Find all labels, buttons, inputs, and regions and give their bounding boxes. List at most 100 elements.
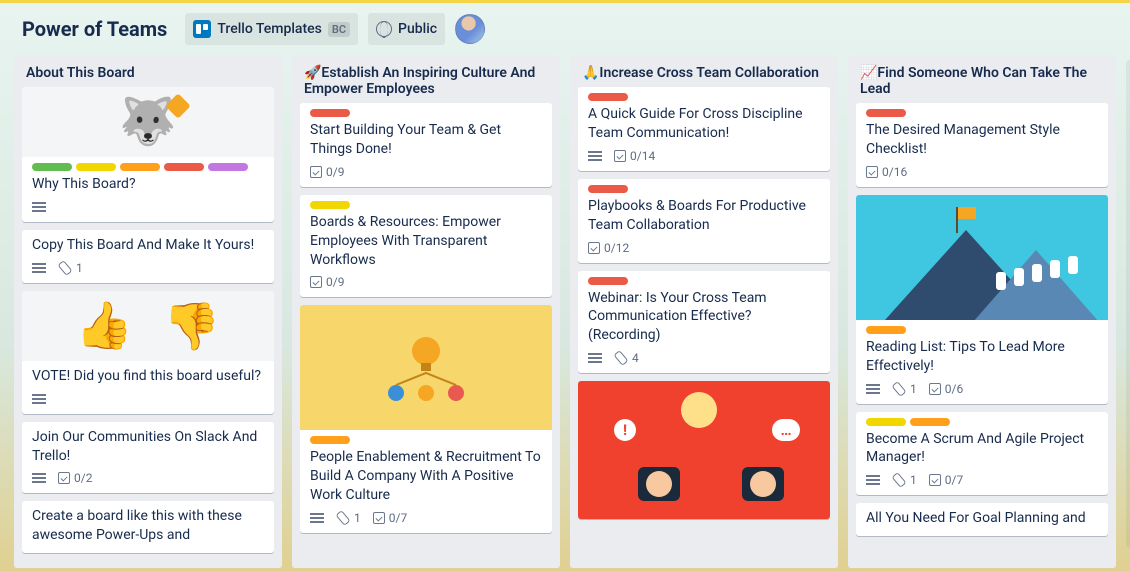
list-cards[interactable]: Start Building Your Team & Get Things Do… xyxy=(292,103,560,568)
template-badge: BC xyxy=(328,22,350,37)
card-labels xyxy=(588,185,820,193)
thumbs-down-icon: 👍 xyxy=(163,299,220,353)
label-red[interactable] xyxy=(164,163,204,171)
list-cards[interactable]: A Quick Guide For Cross Discipline Team … xyxy=(570,87,838,568)
checklist-icon xyxy=(310,166,322,178)
card[interactable]: Start Building Your Team & Get Things Do… xyxy=(300,103,552,187)
description-icon xyxy=(588,149,602,163)
label-red[interactable] xyxy=(588,93,628,101)
card[interactable]: The Desired Management Style Checklist!0… xyxy=(856,103,1108,187)
template-chip[interactable]: Trello Templates BC xyxy=(185,13,358,45)
card[interactable]: Become A Scrum And Agile Project Manager… xyxy=(856,412,1108,496)
lightbulb-team-icon xyxy=(371,323,481,413)
card[interactable]: Join Our Communities On Slack And Trello… xyxy=(22,422,274,494)
card[interactable]: !… xyxy=(578,381,830,519)
visibility-chip[interactable]: Public xyxy=(368,13,445,45)
label-red[interactable] xyxy=(310,109,350,117)
label-yellow[interactable] xyxy=(76,163,116,171)
attachment-badge: 1 xyxy=(892,473,917,487)
card-badges: 0/14 xyxy=(588,147,820,167)
card[interactable]: 🐺 Why This Board? xyxy=(22,87,274,222)
card[interactable]: Reading List: Tips To Lead More Effectiv… xyxy=(856,195,1108,404)
checklist-icon xyxy=(373,512,385,524)
board-header: Power of Teams Trello Templates BC Publi… xyxy=(0,3,1130,55)
card[interactable]: A Quick Guide For Cross Discipline Team … xyxy=(578,87,830,171)
label-red[interactable] xyxy=(588,277,628,285)
card[interactable]: Boards & Resources: Empower Employees Wi… xyxy=(300,195,552,298)
board-title[interactable]: Power of Teams xyxy=(14,13,175,45)
card[interactable]: 👍👍VOTE! Did you find this board useful? xyxy=(22,291,274,414)
label-orange[interactable] xyxy=(910,418,950,426)
face-icon xyxy=(638,467,680,501)
template-chip-label: Trello Templates xyxy=(217,21,322,37)
description-badge xyxy=(310,511,324,525)
description-icon xyxy=(866,473,880,487)
checklist-icon xyxy=(310,276,322,288)
card-badges: 1 xyxy=(32,259,264,279)
card-labels xyxy=(866,418,1098,426)
label-yellow[interactable] xyxy=(866,418,906,426)
face-icon xyxy=(678,393,720,427)
attachment-badge: 1 xyxy=(892,382,917,396)
description-icon xyxy=(32,261,46,275)
speech-bubble-icon: ! xyxy=(614,419,636,441)
checklist-icon xyxy=(614,150,626,162)
card-title: Why This Board? xyxy=(32,175,264,194)
list-title[interactable]: 🚀Establish An Inspiring Culture And Empo… xyxy=(292,55,560,103)
card[interactable]: Playbooks & Boards For Productive Team C… xyxy=(578,179,830,263)
checklist-badge: 0/9 xyxy=(310,275,344,289)
board-canvas[interactable]: About This Board 🐺 Why This Board? Copy Thi… xyxy=(0,55,1130,568)
member-avatar[interactable] xyxy=(455,14,485,44)
bulb-cover xyxy=(300,305,552,430)
label-orange[interactable] xyxy=(866,326,906,334)
card[interactable]: People Enablement & Recruitment To Build… xyxy=(300,305,552,533)
card-title: Boards & Resources: Empower Employees Wi… xyxy=(310,213,542,270)
label-purple[interactable] xyxy=(208,163,248,171)
description-badge xyxy=(588,351,602,365)
card[interactable]: All You Need For Goal Planning and xyxy=(856,503,1108,536)
list-title[interactable]: 📈Find Someone Who Can Take The Lead xyxy=(848,55,1116,103)
card-badges: 0/12 xyxy=(588,239,820,259)
checklist-badge: 0/14 xyxy=(614,149,655,163)
list-cards[interactable]: 🐺 Why This Board? Copy This Board And Make… xyxy=(14,87,282,568)
attachment-icon xyxy=(889,470,909,490)
card-title: Copy This Board And Make It Yours! xyxy=(32,236,264,255)
checklist-icon xyxy=(929,474,941,486)
attachment-icon xyxy=(333,508,353,528)
description-badge xyxy=(32,392,46,406)
card-title: Create a board like this with these awes… xyxy=(32,507,264,545)
card-labels xyxy=(866,326,1098,334)
checklist-badge: 0/6 xyxy=(929,382,963,396)
card-labels xyxy=(32,163,264,171)
attachment-badge: 1 xyxy=(336,511,361,525)
label-green[interactable] xyxy=(32,163,72,171)
label-red[interactable] xyxy=(588,185,628,193)
label-orange[interactable] xyxy=(120,163,160,171)
husky-icon: 🐺 xyxy=(119,95,176,149)
globe-icon xyxy=(376,21,392,37)
list-title[interactable]: 🙏Increase Cross Team Collaboration xyxy=(570,55,838,87)
list: 🚀Establish An Inspiring Culture And Empo… xyxy=(292,55,560,568)
label-orange[interactable] xyxy=(310,436,350,444)
list-title[interactable]: About This Board xyxy=(14,55,282,87)
card[interactable]: Copy This Board And Make It Yours! 1 xyxy=(22,230,274,283)
card-title: Playbooks & Boards For Productive Team C… xyxy=(588,197,820,235)
description-badge xyxy=(588,149,602,163)
checklist-badge: 0/9 xyxy=(310,165,344,179)
card-title: The Desired Management Style Checklist! xyxy=(866,121,1098,159)
card-title: Reading List: Tips To Lead More Effectiv… xyxy=(866,338,1098,376)
checklist-icon xyxy=(929,383,941,395)
card-badges: 0/9 xyxy=(310,273,542,293)
card-badges: 0/2 xyxy=(32,469,264,489)
card-title: People Enablement & Recruitment To Build… xyxy=(310,448,542,505)
label-yellow[interactable] xyxy=(310,201,350,209)
attachment-badge: 4 xyxy=(614,351,639,365)
checklist-badge: 0/12 xyxy=(588,241,629,255)
list-cards[interactable]: The Desired Management Style Checklist! 0… xyxy=(848,103,1116,568)
card-title: A Quick Guide For Cross Discipline Team … xyxy=(588,105,820,143)
label-red[interactable] xyxy=(866,109,906,117)
card-labels xyxy=(866,109,1098,117)
description-icon xyxy=(32,200,46,214)
card[interactable]: Webinar: Is Your Cross Team Communicatio… xyxy=(578,271,830,374)
card[interactable]: Create a board like this with these awes… xyxy=(22,501,274,553)
